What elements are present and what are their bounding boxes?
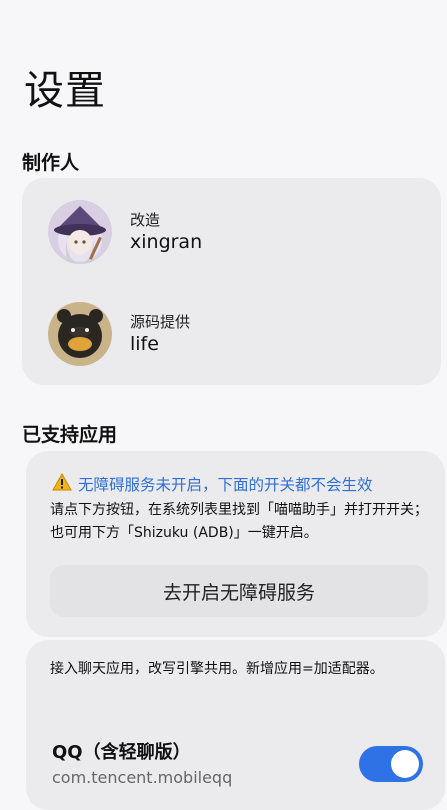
warning-title: 无障碍服务未开启，下面的开关都不会生效: [78, 476, 373, 494]
apps-description: 接入聊天应用，改写引擎共用。新增应用=加适配器。: [50, 661, 384, 677]
app-enable-toggle[interactable]: [359, 746, 423, 782]
accessibility-warning-card: 无障碍服务未开启，下面的开关都不会生效 请点下方按钮，在系统列表里找到「喵喵助手…: [26, 451, 445, 637]
creators-section-title: 制作人: [22, 152, 80, 174]
creators-card: 改造 xingran 源码提供 life: [22, 178, 441, 385]
app-name: QQ（含轻聊版）: [52, 742, 191, 763]
enable-accessibility-button[interactable]: 去开启无障碍服务: [50, 565, 428, 617]
page-title: 设置: [24, 68, 106, 114]
avatar: [48, 302, 112, 366]
creator-role: 改造: [130, 211, 161, 229]
avatar-image-bear: [48, 302, 112, 366]
avatar: [48, 200, 112, 264]
creator-role: 源码提供: [130, 313, 191, 331]
app-package: com.tencent.mobileqq: [52, 768, 233, 787]
toggle-knob: [391, 750, 419, 778]
warning-row: 无障碍服务未开启，下面的开关都不会生效: [52, 472, 373, 495]
avatar-image-witch: [48, 200, 112, 264]
warning-body: 请点下方按钮，在系统列表里找到「喵喵助手」并打开开关；也可用下方「Shizuku…: [50, 502, 428, 541]
creator-name: life: [130, 333, 159, 355]
apps-card: 接入聊天应用，改写引擎共用。新增应用=加适配器。 QQ（含轻聊版） com.te…: [26, 640, 445, 810]
creator-item[interactable]: 源码提供 life: [48, 302, 190, 366]
creator-name: xingran: [130, 231, 203, 253]
warning-icon: [52, 472, 72, 495]
creator-item[interactable]: 改造 xingran: [48, 200, 202, 264]
supported-apps-section-title: 已支持应用: [22, 424, 118, 446]
